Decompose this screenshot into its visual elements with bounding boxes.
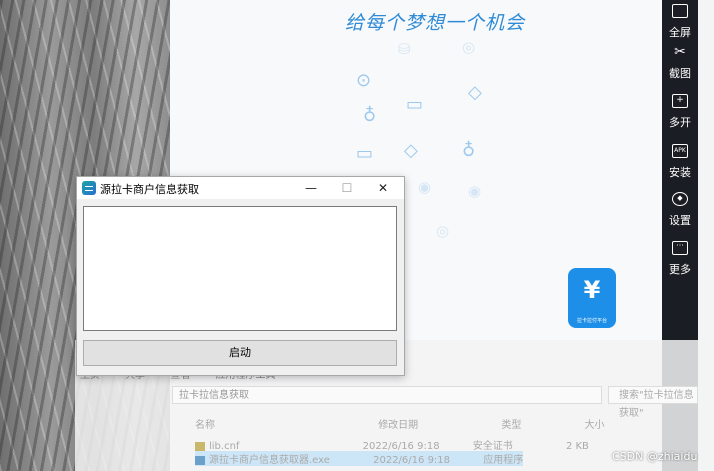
toolbar-label: 截图 [669,67,691,80]
app-logo-icon [82,181,96,195]
app-dialog: 源拉卡商户信息获取 — ☐ ✕ 启动 [76,176,405,376]
brand-caption: 拉卡拉付平台 [576,318,607,324]
money-bag-icon: ♁ [363,105,377,126]
shield-check-icon: ◇ [404,140,418,161]
explorer-address-bar[interactable]: 拉卡拉信息获取 [172,386,602,404]
maximize-button[interactable]: ☐ [329,177,365,199]
deco-icon: ◎ [436,222,450,240]
file-icon [195,441,205,451]
brand-tile[interactable]: ¥ 拉卡拉付平台 [568,268,616,328]
apk-install-icon: APK [672,144,688,158]
dialog-title: 源拉卡商户信息获取 [100,183,199,196]
toolbar-screenshot[interactable]: ✂ 截图 [662,45,698,81]
shield-icon: ◇ [468,82,482,103]
toolbar-label: 更多 [669,263,691,276]
fullscreen-icon [672,4,688,18]
file-row[interactable]: lib.cnf 2022/6/16 9:18 安全证书 2 KB [195,437,589,452]
file-size: 2 KB [565,441,589,452]
scissors-icon: ✂ [674,44,686,60]
deco-icon: ◎ [462,38,476,56]
deco-icon: ◉ [418,178,432,196]
toolbar-install[interactable]: APK 安装 [662,144,698,180]
col-date[interactable]: 修改日期 [378,420,418,431]
col-size[interactable]: 大小 [585,420,605,431]
start-button[interactable]: 启动 [83,340,397,366]
toolbar-settings[interactable]: ◆ 设置 [662,192,698,228]
file-row[interactable]: 源拉卡商户信息获取器.exe 2022/6/16 9:18 应用程序 [195,451,524,466]
money-bag-icon: ♁ [462,140,476,161]
toolbar-label: 多开 [669,116,691,129]
minimize-button[interactable]: — [293,177,329,199]
log-textarea[interactable] [83,206,397,331]
more-icon: ··· [672,241,688,255]
col-name[interactable]: 名称 [195,420,215,431]
settings-icon: ◆ [672,192,688,206]
toolbar-multi-open[interactable]: + 多开 [662,94,698,130]
card-icon: ▭ [356,143,374,164]
yuan-icon: ¥ [583,276,601,304]
toolbar-label: 安装 [669,166,691,179]
file-name: 源拉卡商户信息获取器.exe [209,455,330,466]
explorer-column-headers: 名称 修改日期 类型 大小 [195,416,605,431]
exe-icon [195,455,205,465]
file-date: 2022/6/16 9:18 [373,455,451,466]
watermark: CSDN @zhiaidu [612,450,698,463]
explorer-search-input[interactable]: 搜索"拉卡拉信息获取" [608,386,698,419]
slogan: 给每个梦想一个机会 [345,12,526,34]
col-type[interactable]: 类型 [501,420,521,431]
close-button[interactable]: ✕ [365,177,401,199]
deco-icon: ◉ [468,182,482,200]
toolbar-more[interactable]: ··· 更多 [662,241,698,277]
toolbar-label: 全屏 [669,26,691,39]
deco-icon: ⛁ [398,40,411,58]
toolbar-fullscreen[interactable]: 全屏 [662,4,698,40]
banknote-icon: ▭ [406,94,424,115]
multi-open-icon: + [672,94,688,108]
dialog-titlebar[interactable]: 源拉卡商户信息获取 — ☐ ✕ [77,177,404,199]
toolbar-label: 设置 [669,214,691,227]
coin-icon: ⊙ [356,70,372,91]
file-type: 应用程序 [483,455,524,466]
